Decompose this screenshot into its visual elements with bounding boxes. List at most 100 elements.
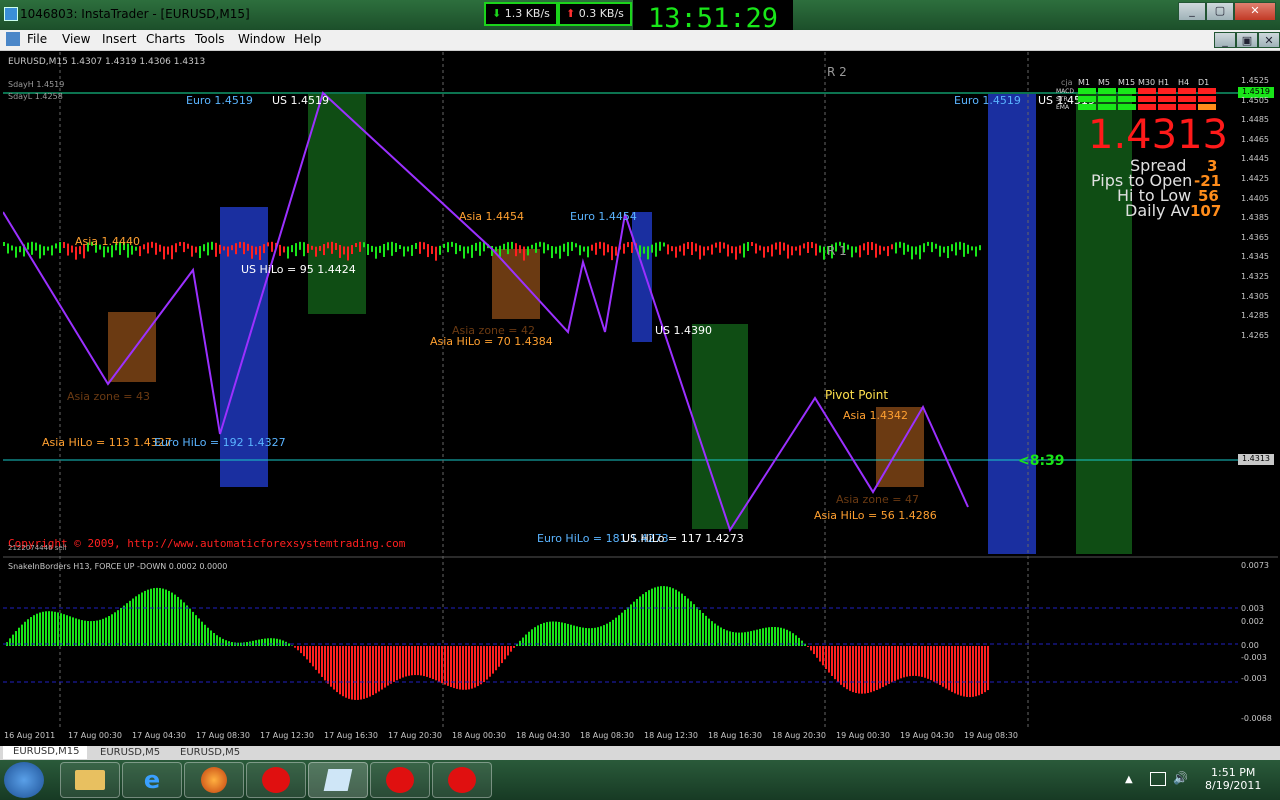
tf-signal-cell [1138,88,1156,94]
oscillator-bar-up [72,617,74,646]
menu-file[interactable]: File [27,32,47,46]
oscillator-bar-down [375,646,377,694]
asia-hilo-1: Asia HiLo = 113 1.4327 [42,436,172,449]
time-axis-tick: 18 Aug 12:30 [644,731,698,740]
oscillator-bar-up [138,594,140,646]
tf-signal-cell [1078,104,1096,110]
us-hilo-1: US HiLo = 95 1.4424 [241,263,356,276]
price-candle [707,246,709,251]
oscillator-bar-down [948,646,950,691]
menu-tools[interactable]: Tools [195,32,225,46]
price-candle [715,242,717,248]
oscillator-bar-down [918,646,920,677]
price-candle [551,246,553,259]
upload-arrow-icon: ⬆ [566,7,576,20]
oscillator-bar-up [99,619,101,646]
menu-charts[interactable]: Charts [146,32,185,46]
firefox-taskbar-button[interactable] [184,762,244,798]
tray-clock[interactable]: 1:51 PM 8/19/2011 [1205,766,1261,792]
oscillator-bar-up [675,589,677,646]
menu-window[interactable]: Window [238,32,285,46]
price-candle [951,244,953,252]
ie-taskbar-button[interactable]: e [122,762,182,798]
trader-app-icon [386,767,414,793]
oscillator-bar-up [27,619,29,646]
start-button[interactable] [4,762,44,798]
euro-hilo-1: Euro HiLo = 192 1.4327 [154,436,286,449]
price-candle [427,244,429,258]
oscillator-bar-up [114,612,116,646]
price-axis-tick: 1.4445 [1241,154,1269,164]
oscillator-bar-up [192,611,194,646]
child-restore-button[interactable]: ▣ [1236,32,1258,48]
oscillator-bar-down [426,646,428,677]
tab-eurusd-m5-2[interactable]: EURUSD,M5 [180,747,240,758]
price-candle [631,241,633,253]
time-axis-tick: 19 Aug 08:30 [964,731,1018,740]
oscillator-bar-down [468,646,470,690]
price-candle [259,245,261,260]
tf-signal-cell [1098,104,1116,110]
minimize-button[interactable]: _ [1178,2,1206,21]
oscillator-bar-down [492,646,494,674]
price-candle [643,246,645,254]
maximize-button[interactable]: ▢ [1206,2,1234,21]
tf-signal-cell [1098,96,1116,102]
price-candle [467,246,469,254]
oscillator-bar-up [198,618,200,646]
explorer-taskbar-button[interactable] [60,762,120,798]
price-candle [203,244,205,252]
price-candle [683,243,685,256]
oscillator-bar-up [57,612,59,646]
price-candle [851,246,853,258]
oscillator-bar-down [357,646,359,700]
price-axis-tick: 1.4345 [1241,252,1269,262]
oscillator-bar-up [666,586,668,646]
oscillator-bar-up [54,611,56,646]
price-candle [335,242,337,250]
price-candle [859,245,861,258]
network-icon[interactable] [1150,772,1166,786]
tab-eurusd-m15[interactable]: EURUSD,M15 [3,746,87,759]
tab-eurusd-m5[interactable]: EURUSD,M5 [100,747,160,758]
oscillator-bar-down [474,646,476,688]
oscillator-bar-down [354,646,356,700]
internet-explorer-icon: e [143,766,161,794]
price-candle [923,243,925,253]
oscillator-bar-down [882,646,884,688]
tf-header: M30 [1138,78,1156,87]
price-candle [299,241,301,250]
oscillator-bar-up [612,619,614,646]
time-axis-tick: 17 Aug 16:30 [324,731,378,740]
oscillator-bar-up [141,592,143,646]
oscillator-bar-down [441,646,443,684]
oscillator-bar-up [522,637,524,646]
menu-help[interactable]: Help [294,32,321,46]
price-chart[interactable] [3,52,1278,730]
volume-icon[interactable]: 🔊 [1173,771,1188,785]
notes-taskbar-button[interactable] [308,762,368,798]
oscillator-bar-down [339,646,341,695]
menu-insert[interactable]: Insert [102,32,136,46]
price-candle [527,246,529,256]
trader-taskbar-button-1[interactable] [246,762,306,798]
current-price-tag: 1.4313 [1238,454,1274,465]
trader-taskbar-button-2[interactable] [370,762,430,798]
menu-view[interactable]: View [62,32,90,46]
child-close-button[interactable]: ✕ [1258,32,1280,48]
tray-expand-icon[interactable]: ▲ [1125,774,1133,785]
trader-taskbar-button-3[interactable] [432,762,492,798]
oscillator-bar-down [456,646,458,689]
oscillator-bar-up [189,608,191,646]
oscillator-bar-up [672,588,674,646]
oscillator-bar-down [915,646,917,676]
upload-speed: ⬆ 0.3 KB/s [558,2,632,26]
oscillator-bar-up [777,627,779,646]
oscillator-bar-up [573,625,575,646]
price-candle [947,246,949,259]
tf-signal-cell [1198,96,1216,102]
price-candle [559,245,561,259]
child-minimize-button[interactable]: _ [1214,32,1236,48]
close-button[interactable]: ✕ [1234,2,1276,21]
oscillator-bar-up [255,640,257,646]
